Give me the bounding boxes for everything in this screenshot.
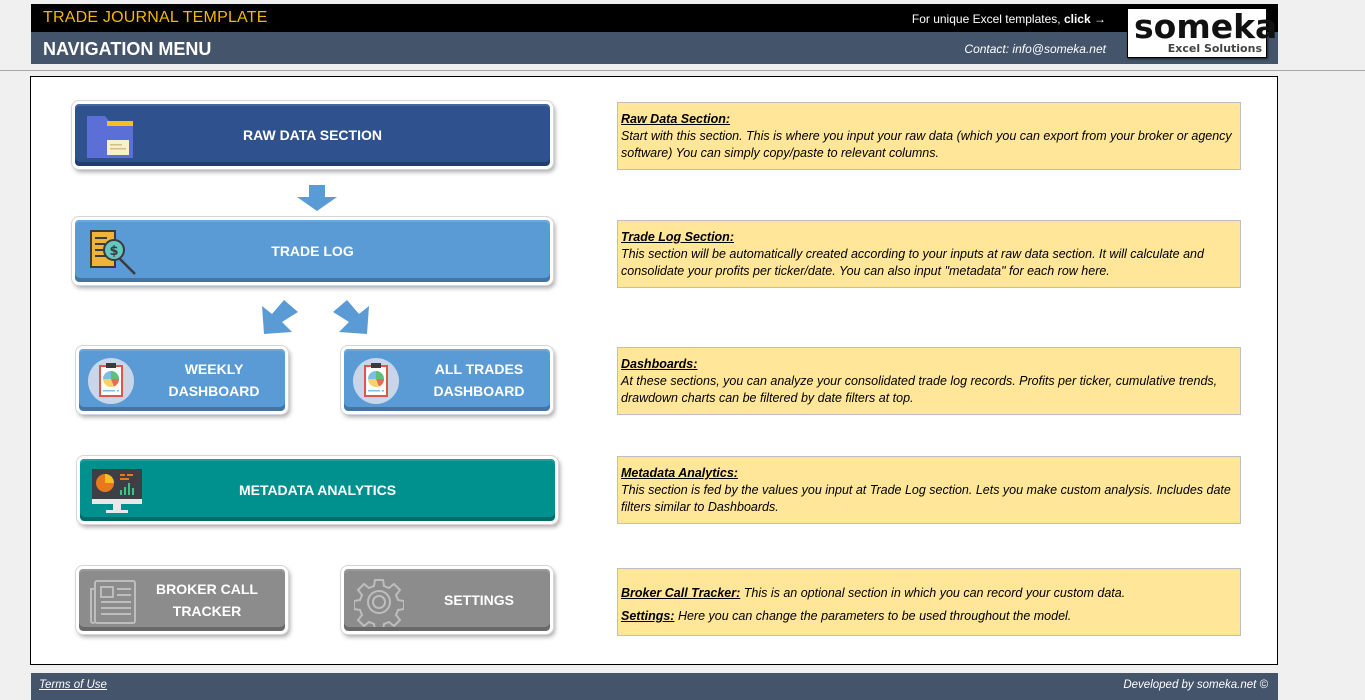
settings-label: SETTINGS xyxy=(443,592,514,608)
clipboard-pie-icon xyxy=(88,358,134,404)
metadata-analytics-button[interactable]: METADATA ANALYTICS xyxy=(77,456,558,524)
settings-description-text: Here you can change the parameters to be… xyxy=(674,609,1072,623)
metadata-analytics-label: METADATA ANALYTICS xyxy=(238,482,397,498)
page-title: NAVIGATION MENU xyxy=(43,39,212,59)
contact-email[interactable]: Contact: info@someka.net xyxy=(964,42,1106,56)
broker-call-tracker-button[interactable]: BROKER CALL TRACKER xyxy=(76,566,288,634)
promo-click-link[interactable]: click → xyxy=(1064,12,1106,26)
all-trades-dashboard-label-line2: DASHBOARD xyxy=(433,383,525,399)
top-banner: TRADE JOURNAL TEMPLATE For unique Excel … xyxy=(31,4,1278,32)
dashboards-description-title: Dashboards: xyxy=(621,357,698,371)
broker-call-tracker-label-line2: TRACKER xyxy=(172,603,242,619)
promo-label: For unique Excel templates, xyxy=(911,12,1061,26)
settings-description-title: Settings: xyxy=(621,609,675,623)
trade-log-description-title: Trade Log Section: xyxy=(621,230,734,244)
weekly-dashboard-label: WEEKLY DASHBOARD xyxy=(143,358,285,402)
all-trades-dashboard-label: ALL TRADES DASHBOARD xyxy=(408,358,550,402)
settings-button[interactable]: SETTINGS xyxy=(341,566,553,634)
navigation-header: NAVIGATION MENU Contact: info@someka.net xyxy=(31,32,1278,64)
terms-of-use-link[interactable]: Terms of Use xyxy=(39,679,107,691)
metadata-description-text: This section is fed by the values you in… xyxy=(621,483,1231,514)
someka-logo[interactable]: someka Excel Solutions xyxy=(1127,8,1277,58)
raw-data-description: Raw Data Section: Start with this sectio… xyxy=(617,102,1241,170)
raw-data-section-button[interactable]: RAW DATA SECTION xyxy=(72,101,553,169)
logo-wordmark: someka xyxy=(1134,7,1278,46)
down-left-arrow-icon xyxy=(262,300,298,334)
clipboard-pie-icon xyxy=(353,358,399,404)
promo-text[interactable]: For unique Excel templates, click → xyxy=(912,12,1106,26)
dashboards-description: Dashboards: At these sections, you can a… xyxy=(617,347,1241,415)
weekly-dashboard-label-line2: DASHBOARD xyxy=(168,383,260,399)
down-arrow-icon xyxy=(297,185,337,211)
footer: Terms of Use Developed by someka.net © xyxy=(31,673,1278,700)
raw-data-section-label: RAW DATA SECTION xyxy=(243,127,382,143)
broker-description-title: Broker Call Tracker: xyxy=(621,586,741,600)
trade-log-button[interactable]: $ TRADE LOG xyxy=(72,217,553,285)
app-title: TRADE JOURNAL TEMPLATE xyxy=(43,9,268,26)
dashboards-description-text: At these sections, you can analyze your … xyxy=(621,374,1218,405)
trade-log-description-text: This section will be automatically creat… xyxy=(621,247,1204,278)
all-trades-dashboard-label-line1: ALL TRADES xyxy=(434,361,524,377)
down-right-arrow-icon xyxy=(333,300,369,334)
developed-by-text: Developed by someka.net © xyxy=(1123,679,1268,691)
broker-settings-description: Broker Call Tracker: This is an optional… xyxy=(617,568,1241,636)
weekly-dashboard-label-line1: WEEKLY xyxy=(184,361,244,377)
metadata-description-title: Metadata Analytics: xyxy=(621,466,738,480)
trade-log-description: Trade Log Section: This section will be … xyxy=(617,220,1241,288)
header-divider xyxy=(0,70,1365,71)
broker-call-tracker-label-line1: BROKER CALL xyxy=(156,581,258,597)
raw-data-description-title: Raw Data Section: xyxy=(621,112,731,126)
logo-tagline: Excel Solutions xyxy=(1167,42,1262,55)
all-trades-dashboard-button[interactable]: ALL TRADES DASHBOARD xyxy=(341,346,553,414)
gear-icon xyxy=(354,579,404,627)
trade-log-label: TRADE LOG xyxy=(271,243,354,259)
broker-description-text: This is an optional section in which you… xyxy=(740,586,1126,600)
metadata-description: Metadata Analytics: This section is fed … xyxy=(617,456,1241,524)
weekly-dashboard-button[interactable]: WEEKLY DASHBOARD xyxy=(76,346,288,414)
broker-call-tracker-label: BROKER CALL TRACKER xyxy=(129,578,285,622)
raw-data-description-text: Start with this section. This is where y… xyxy=(621,129,1232,160)
